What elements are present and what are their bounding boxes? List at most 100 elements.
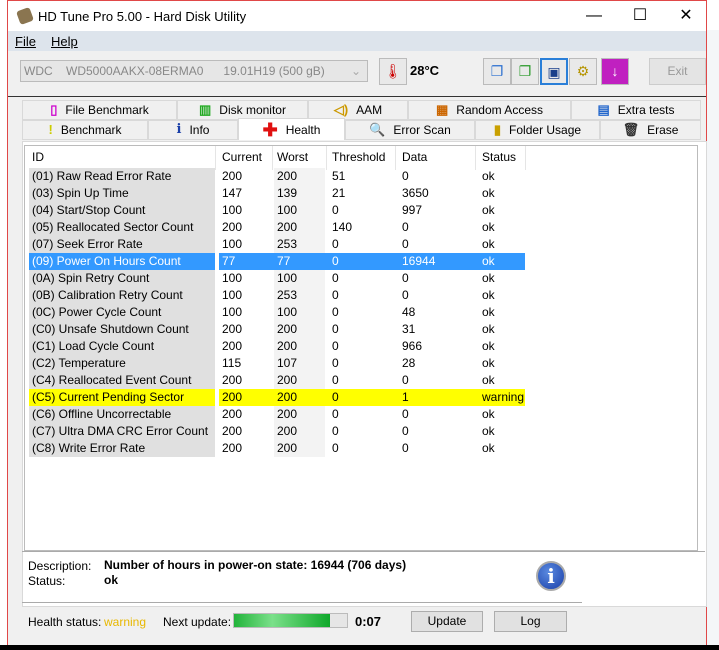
- cell-status: ok: [482, 424, 495, 438]
- divider: [22, 602, 582, 603]
- menu-file[interactable]: File: [15, 34, 36, 49]
- cell-id: (C0) Unsafe Shutdown Count: [32, 322, 189, 336]
- table-row[interactable]: (C0) Unsafe Shutdown Count 200 200 0 31 ok: [25, 321, 525, 338]
- drive-select[interactable]: WDC WD5000AAKX-08ERMA0 19.01H19 (500 gB)…: [20, 60, 368, 82]
- exit-button[interactable]: Exit: [649, 58, 706, 85]
- title-bar: HD Tune Pro 5.00 - Hard Disk Utility — ☐…: [8, 1, 706, 31]
- cell-id: (C2) Temperature: [32, 356, 126, 370]
- table-row[interactable]: (C2) Temperature 115 107 0 28 ok: [25, 355, 525, 372]
- tab-label: AAM: [356, 103, 383, 117]
- exclamation-icon: !: [48, 122, 53, 137]
- table-row[interactable]: (C5) Current Pending Sector 200 200 0 1 warni…: [25, 389, 525, 406]
- header-id[interactable]: ID: [32, 150, 44, 168]
- file-benchmark-icon: ▯: [50, 102, 58, 117]
- cell-data: 1: [402, 390, 409, 404]
- tab-benchmark[interactable]: ! Benchmark: [22, 120, 148, 140]
- table-row[interactable]: (C4) Reallocated Event Count 200 200 0 0 ok: [25, 372, 525, 389]
- cell-threshold: 0: [332, 271, 339, 285]
- tab-label: Benchmark: [60, 123, 122, 137]
- header-threshold[interactable]: Threshold: [332, 150, 385, 168]
- cell-status: warning: [482, 390, 525, 404]
- extra-tests-icon: ▤: [597, 102, 610, 117]
- cell-current: 100: [222, 288, 243, 302]
- header-worst[interactable]: Worst: [277, 150, 308, 168]
- table-row[interactable]: (0C) Power Cycle Count 100 100 0 48 ok: [25, 304, 525, 321]
- cell-threshold: 140: [332, 220, 353, 234]
- taskbar-edge: [0, 645, 719, 650]
- tab-random-access[interactable]: ▦ Random Access: [408, 100, 571, 120]
- update-button[interactable]: Update: [411, 611, 483, 632]
- cell-threshold: 0: [332, 424, 339, 438]
- thermometer-icon[interactable]: 🌡: [379, 58, 407, 85]
- cell-id: (04) Start/Stop Count: [32, 203, 146, 217]
- cell-data: 0: [402, 424, 409, 438]
- cell-worst: 200: [277, 390, 298, 404]
- log-button[interactable]: Log: [494, 611, 567, 632]
- header-current[interactable]: Current: [222, 150, 262, 168]
- progress-fill: [234, 614, 331, 627]
- cell-data: 0: [402, 407, 409, 421]
- cell-id: (05) Reallocated Sector Count: [32, 220, 194, 234]
- table-row[interactable]: (0A) Spin Retry Count 100 100 0 0 ok: [25, 270, 525, 287]
- window-title: HD Tune Pro 5.00 - Hard Disk Utility: [38, 9, 247, 24]
- table-row[interactable]: (09) Power On Hours Count 77 77 0 16944 ok: [25, 253, 525, 270]
- cell-threshold: 51: [332, 169, 346, 183]
- tab-label: Info: [189, 123, 210, 137]
- cell-current: 200: [222, 322, 243, 336]
- copy-text-icon[interactable]: ❐: [483, 58, 511, 85]
- table-row[interactable]: (0B) Calibration Retry Count 100 253 0 0 ok: [25, 287, 525, 304]
- cell-status: ok: [482, 373, 495, 387]
- cell-worst: 253: [277, 288, 298, 302]
- maximize-button[interactable]: ☐: [617, 5, 663, 27]
- tab-file-benchmark[interactable]: ▯ File Benchmark: [22, 100, 177, 120]
- magnifier-icon: 🔍: [369, 122, 386, 137]
- tab-label: Health: [285, 122, 321, 137]
- cell-id: (01) Raw Read Error Rate: [32, 169, 172, 183]
- tab-info[interactable]: i Info: [148, 120, 238, 140]
- cell-status: ok: [482, 220, 495, 234]
- table-row[interactable]: (C6) Offline Uncorrectable 200 200 0 0 ok: [25, 406, 525, 423]
- copy-image-icon[interactable]: ❐: [511, 58, 539, 85]
- cell-worst: 200: [277, 407, 298, 421]
- tab-extra-tests[interactable]: ▤ Extra tests: [571, 100, 701, 120]
- table-row[interactable]: (05) Reallocated Sector Count 200 200 140 0 o…: [25, 219, 525, 236]
- cell-current: 100: [222, 271, 243, 285]
- table-row[interactable]: (07) Seek Error Rate 100 253 0 0 ok: [25, 236, 525, 253]
- table-row[interactable]: (C7) Ultra DMA CRC Error Count 200 200 0 0 ok: [25, 423, 525, 440]
- download-arrow-icon[interactable]: ↓: [601, 58, 629, 85]
- info-icon[interactable]: i: [536, 561, 566, 591]
- health-status-value: warning: [104, 615, 147, 629]
- cell-status: ok: [482, 441, 495, 455]
- table-row[interactable]: (C8) Write Error Rate 200 200 0 0 ok: [25, 440, 525, 457]
- cell-threshold: 0: [332, 441, 339, 455]
- options-icon[interactable]: ⚙: [569, 58, 597, 85]
- close-button[interactable]: ✕: [663, 5, 709, 27]
- divider: [215, 146, 216, 170]
- tab-error-scan[interactable]: 🔍 Error Scan: [345, 120, 475, 140]
- table-row[interactable]: (03) Spin Up Time 147 139 21 3650 ok: [25, 185, 525, 202]
- minimize-button[interactable]: —: [571, 5, 617, 27]
- cell-worst: 253: [277, 237, 298, 251]
- header-data[interactable]: Data: [402, 150, 427, 168]
- tab-health[interactable]: ✚ Health: [238, 118, 345, 140]
- cell-current: 200: [222, 424, 243, 438]
- cell-status: ok: [482, 322, 495, 336]
- menu-bar: File Help: [8, 31, 706, 51]
- tab-erase[interactable]: 🗑 Erase: [600, 120, 701, 140]
- cell-id: (C4) Reallocated Event Count: [32, 373, 192, 387]
- tab-disk-monitor[interactable]: ▥ Disk monitor: [177, 100, 308, 120]
- cell-worst: 200: [277, 441, 298, 455]
- header-status[interactable]: Status: [482, 150, 516, 168]
- tab-folder-usage[interactable]: ▮ Folder Usage: [475, 120, 600, 140]
- table-row[interactable]: (C1) Load Cycle Count 200 200 0 966 ok: [25, 338, 525, 355]
- cell-data: 997: [402, 203, 423, 217]
- tab-aam[interactable]: ◁) AAM: [308, 100, 408, 120]
- menu-help[interactable]: Help: [51, 34, 78, 49]
- cell-id: (03) Spin Up Time: [32, 186, 129, 200]
- save-icon[interactable]: ▣: [540, 58, 568, 85]
- table-row[interactable]: (01) Raw Read Error Rate 200 200 51 0 ok: [25, 168, 525, 185]
- cell-current: 200: [222, 390, 243, 404]
- table-row[interactable]: (04) Start/Stop Count 100 100 0 997 ok: [25, 202, 525, 219]
- cell-data: 0: [402, 441, 409, 455]
- countdown: 0:07: [355, 614, 382, 629]
